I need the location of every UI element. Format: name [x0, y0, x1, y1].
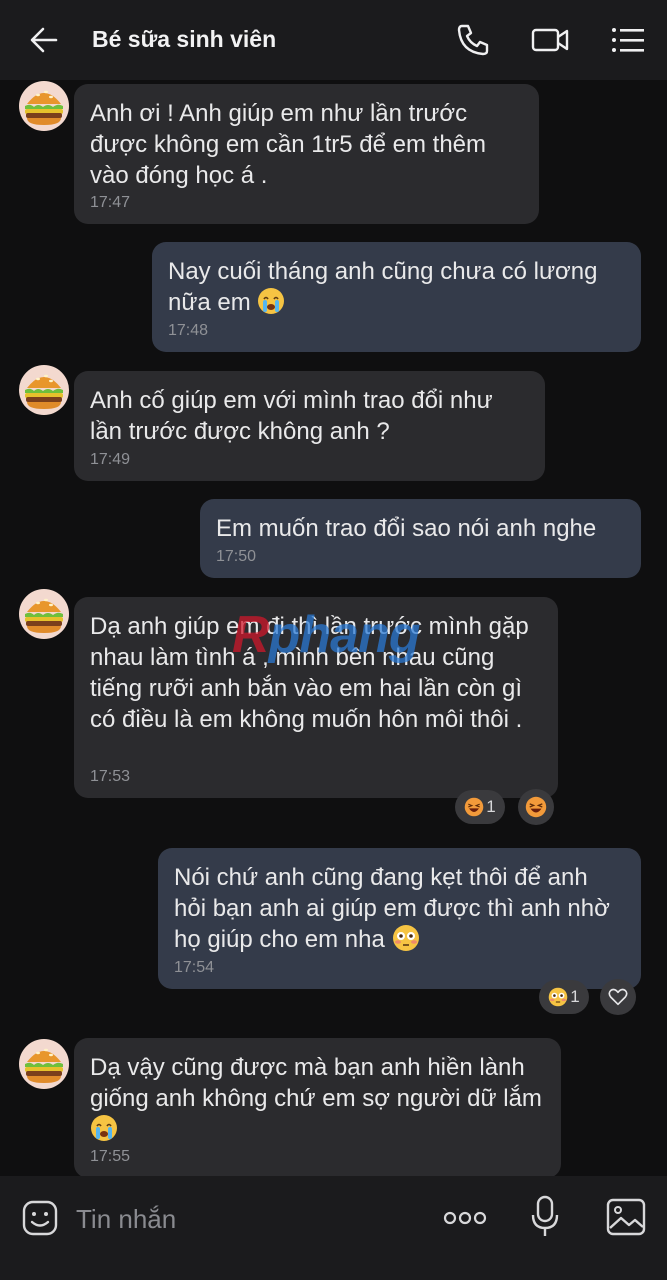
message-text: Anh ơi ! Anh giúp em như lần trước được …	[90, 100, 486, 189]
message-bubble-outgoing[interactable]: Nay cuối tháng anh cũng chưa có lương nữ…	[152, 242, 641, 352]
reaction-count: 1	[486, 797, 496, 816]
message-bubble-outgoing[interactable]: Nói chứ anh cũng đang kẹt thôi để anh hỏ…	[158, 848, 641, 989]
message-time: 17:48	[168, 322, 209, 339]
heart-outline-icon	[608, 988, 628, 1006]
phone-icon[interactable]	[453, 20, 493, 60]
message-time: 17:50	[216, 548, 257, 565]
watermark: Rphang	[232, 606, 421, 664]
message-bubble-incoming[interactable]: Anh ơi ! Anh giúp em như lần trước được …	[74, 84, 539, 224]
microphone-icon[interactable]	[528, 1194, 562, 1240]
video-call-icon[interactable]	[530, 20, 570, 60]
laughing-face-emoji	[464, 797, 484, 817]
reaction-chip[interactable]: 1	[455, 790, 505, 824]
list-menu-icon[interactable]	[608, 20, 648, 60]
message-time: 17:47	[90, 194, 131, 211]
message-time: 17:49	[90, 451, 131, 468]
contact-avatar[interactable]	[18, 364, 70, 416]
contact-avatar[interactable]	[18, 1038, 70, 1090]
message-time: 17:54	[174, 959, 215, 976]
message-bubble-incoming[interactable]: Dạ vậy cũng được mà bạn anh hiền lành gi…	[74, 1038, 561, 1176]
message-text: Dạ vậy cũng được mà bạn anh hiền lành gi…	[90, 1054, 542, 1112]
reaction-chip[interactable]: 1	[539, 980, 589, 1014]
sticker-icon[interactable]	[20, 1198, 60, 1238]
flushed-face-emoji	[548, 987, 568, 1007]
add-reaction-button[interactable]	[600, 979, 636, 1015]
message-text: Anh cố giúp em với mình trao đổi như lần…	[90, 387, 493, 445]
message-text: Em muốn trao đổi sao nói anh nghe	[216, 515, 597, 542]
message-time: 17:53	[90, 768, 131, 785]
back-arrow-icon[interactable]	[26, 22, 62, 58]
crying-face-emoji	[90, 1114, 118, 1142]
image-icon[interactable]	[604, 1196, 648, 1238]
message-composer: Tin nhắn	[0, 1176, 667, 1280]
flushed-face-emoji	[392, 924, 420, 952]
message-text: Nay cuối tháng anh cũng chưa có lương nữ…	[168, 258, 598, 316]
message-input[interactable]: Tin nhắn	[76, 1204, 176, 1235]
message-list[interactable]: Anh ơi ! Anh giúp em như lần trước được …	[0, 80, 667, 1176]
laughing-face-emoji	[525, 796, 547, 818]
contact-name[interactable]: Bé sữa sinh viên	[92, 26, 276, 53]
contact-avatar[interactable]	[18, 80, 70, 132]
message-time: 17:55	[90, 1148, 131, 1165]
message-bubble-outgoing[interactable]: Em muốn trao đổi sao nói anh nghe 17:50	[200, 499, 641, 578]
add-reaction-button[interactable]	[518, 789, 554, 825]
message-bubble-incoming[interactable]: Anh cố giúp em với mình trao đổi như lần…	[74, 371, 545, 481]
chat-header: Bé sữa sinh viên	[0, 0, 667, 80]
reaction-count: 1	[570, 987, 580, 1006]
more-dots-icon[interactable]	[440, 1206, 490, 1230]
crying-face-emoji	[257, 287, 285, 315]
contact-avatar[interactable]	[18, 588, 70, 640]
